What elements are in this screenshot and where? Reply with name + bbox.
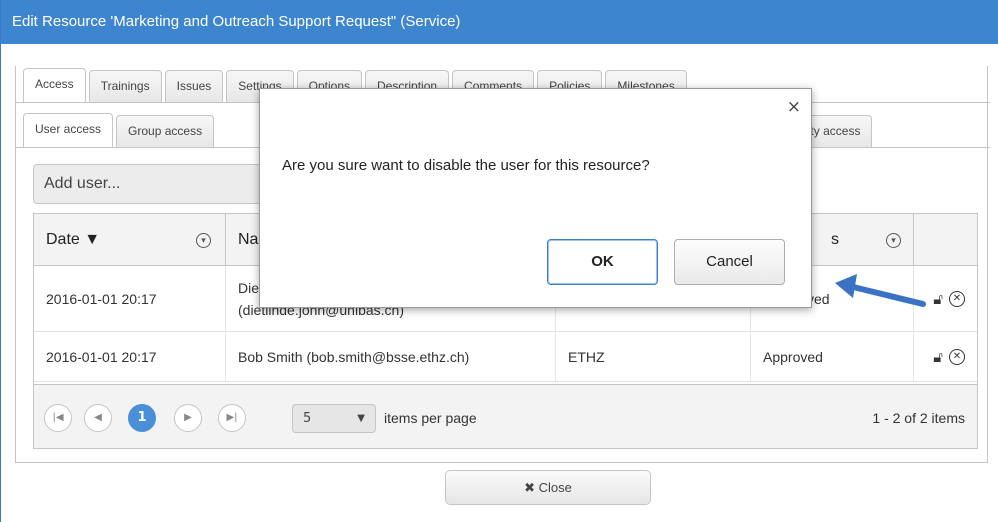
filter-icon[interactable]: ▾ xyxy=(886,233,901,248)
chevron-down-icon: ▼ xyxy=(357,413,365,424)
last-page-button[interactable]: ▶| xyxy=(218,404,246,432)
remove-circle-icon[interactable]: ✕ xyxy=(949,349,965,365)
row-actions: 🔓︎ ✕ xyxy=(933,266,965,332)
tab-group-access[interactable]: Group access xyxy=(116,115,215,147)
tab-user-access[interactable]: User access xyxy=(23,113,114,147)
close-button[interactable]: ✖ Close xyxy=(445,470,651,505)
dialog-message: Are you sure want to disable the user fo… xyxy=(282,157,650,174)
column-header-date[interactable]: Date ▼ ▾ xyxy=(34,214,226,266)
pager: |◀ ◀ 1 ▶ ▶| 5 ▼ items per page 1 - 2 of … xyxy=(34,384,977,448)
page-size-value: 5 xyxy=(303,411,312,426)
cell-date: 2016-01-01 20:17 xyxy=(34,332,226,382)
per-page-label: items per page xyxy=(384,410,477,426)
remove-circle-icon[interactable]: ✕ xyxy=(949,291,965,307)
pager-info: 1 - 2 of 2 items xyxy=(872,410,965,426)
window-title: Edit Resource 'Marketing and Outreach Su… xyxy=(1,0,998,44)
page-button-current[interactable]: 1 xyxy=(128,404,156,432)
prev-page-button[interactable]: ◀ xyxy=(84,404,112,432)
filter-icon[interactable]: ▾ xyxy=(196,233,211,248)
table-row[interactable]: 2016-01-01 20:17 Bob Smith (bob.smith@bs… xyxy=(34,332,977,382)
cancel-button[interactable]: Cancel xyxy=(674,239,785,285)
row-actions: 🔓︎ ✕ xyxy=(933,332,965,382)
confirm-dialog: × Are you sure want to disable the user … xyxy=(259,88,812,308)
column-header-status-label: s xyxy=(831,231,839,248)
page-size-select[interactable]: 5 ▼ xyxy=(292,404,376,433)
first-page-button[interactable]: |◀ xyxy=(44,404,72,432)
unlock-icon[interactable]: 🔓︎ xyxy=(933,290,943,308)
ok-button[interactable]: OK xyxy=(547,239,658,285)
pointer-arrow-icon xyxy=(835,274,926,307)
tab-access[interactable]: Access xyxy=(23,68,86,102)
cell-organization: ETHZ xyxy=(556,332,751,382)
cell-status: Approved xyxy=(751,332,914,382)
column-header-name-label: Na xyxy=(238,231,259,248)
edit-resource-window: Edit Resource 'Marketing and Outreach Su… xyxy=(0,0,998,522)
add-user-input[interactable]: Add user... xyxy=(33,164,273,204)
tab-issues[interactable]: Issues xyxy=(164,70,224,102)
column-header-date-label: Date ▼ xyxy=(46,231,101,248)
cell-name-line1: Die xyxy=(238,280,260,296)
close-icon[interactable]: × xyxy=(787,97,801,117)
next-page-button[interactable]: ▶ xyxy=(174,404,202,432)
column-header-actions xyxy=(914,214,977,266)
cell-name: Bob Smith (bob.smith@bsse.ethz.ch) xyxy=(226,332,556,382)
cell-date: 2016-01-01 20:17 xyxy=(34,266,226,332)
unlock-icon[interactable]: 🔓︎ xyxy=(933,348,943,366)
tab-trainings[interactable]: Trainings xyxy=(88,70,162,102)
